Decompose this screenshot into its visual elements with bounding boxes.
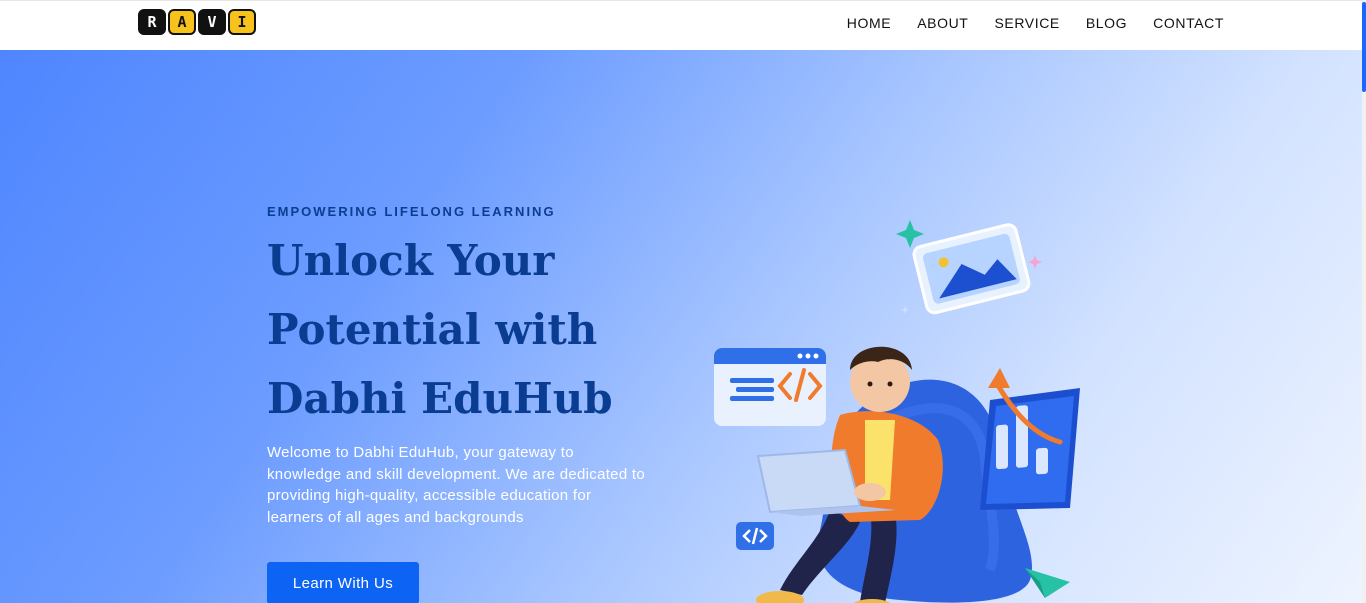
code-badge-icon <box>736 522 774 550</box>
hero-section: EMPOWERING LIFELONG LEARNING Unlock Your… <box>0 50 1362 603</box>
nav-blog[interactable]: BLOG <box>1086 15 1127 31</box>
logo-letter: I <box>228 9 256 35</box>
chart-icon <box>980 368 1080 510</box>
headline-line: Dabhi EduHub <box>267 374 613 423</box>
logo-letter: A <box>168 9 196 35</box>
logo[interactable]: R A V I <box>138 9 256 35</box>
scrollbar-thumb[interactable] <box>1362 2 1366 92</box>
nav-about[interactable]: ABOUT <box>917 15 968 31</box>
headline-line: Potential with <box>267 305 598 354</box>
headline-line: Unlock Your <box>267 236 555 285</box>
nav-home[interactable]: HOME <box>847 15 891 31</box>
main-nav: HOME ABOUT SERVICE BLOG CONTACT <box>847 15 1224 31</box>
hero-intro: Welcome to Dabhi EduHub, your gateway to… <box>267 444 646 526</box>
logo-letter: V <box>198 9 226 35</box>
image-card-icon <box>912 223 1031 315</box>
nav-contact[interactable]: CONTACT <box>1153 15 1224 31</box>
paper-plane-icon <box>1025 568 1070 598</box>
code-window-icon <box>714 348 826 426</box>
page-scrollbar[interactable] <box>1362 0 1366 603</box>
logo-letter: R <box>138 9 166 35</box>
navbar: R A V I HOME ABOUT SERVICE BLOG CONTACT <box>0 0 1366 50</box>
hero-headline: Unlock Your Potential with Dabhi EduHub <box>267 226 647 433</box>
learn-with-us-button[interactable]: Learn With Us <box>267 562 419 603</box>
hero-tagline: EMPOWERING LIFELONG LEARNING <box>267 204 556 219</box>
hero-illustration <box>714 220 1080 603</box>
nav-service[interactable]: SERVICE <box>994 15 1059 31</box>
